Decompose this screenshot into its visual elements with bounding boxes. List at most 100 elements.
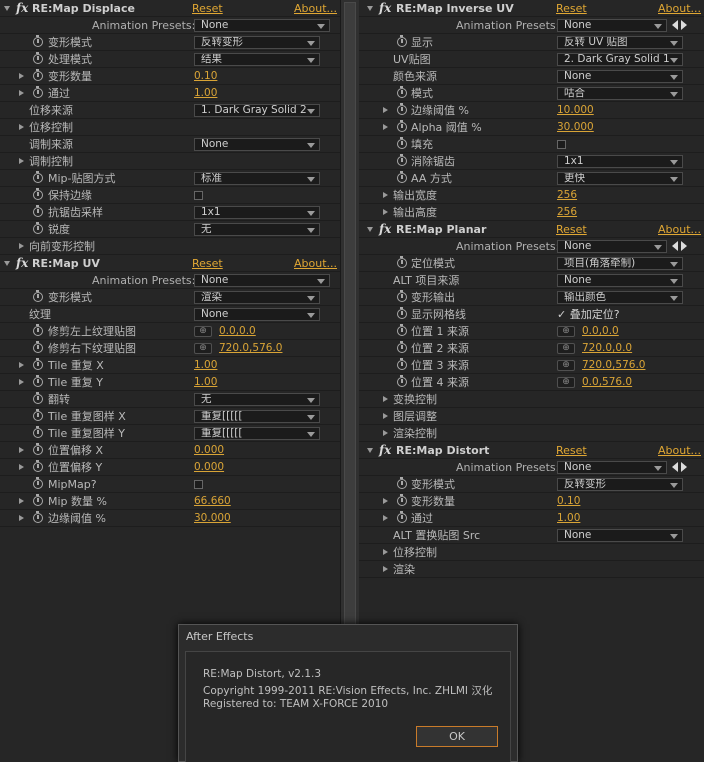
expand-triangle-icon[interactable]: [383, 107, 388, 113]
property-dropdown[interactable]: 无: [194, 223, 320, 236]
stopwatch-icon[interactable]: [397, 324, 407, 336]
prev-preset-icon[interactable]: [672, 20, 678, 30]
fx-icon[interactable]: fx: [379, 443, 391, 457]
stopwatch-icon[interactable]: [33, 222, 43, 234]
property-dropdown[interactable]: 渲染: [194, 291, 320, 304]
fx-icon[interactable]: fx: [16, 256, 28, 270]
property-dropdown[interactable]: 更快: [557, 172, 683, 185]
property-dropdown[interactable]: None: [557, 70, 683, 83]
property-value[interactable]: 1.00: [557, 511, 580, 526]
stopwatch-icon[interactable]: [33, 35, 43, 47]
property-value[interactable]: 0.000: [194, 443, 224, 458]
left-scrollbar-thumb[interactable]: [344, 2, 356, 652]
expand-triangle-icon[interactable]: [19, 124, 24, 130]
prev-preset-icon[interactable]: [672, 241, 678, 251]
expand-triangle-icon[interactable]: [383, 515, 388, 521]
point-value[interactable]: 0.0,0.0: [582, 324, 619, 339]
property-dropdown[interactable]: 输出颜色: [557, 291, 683, 304]
animation-presets-dropdown[interactable]: None: [557, 240, 667, 253]
property-dropdown[interactable]: 重复[[[[[: [194, 410, 320, 423]
prev-preset-icon[interactable]: [672, 462, 678, 472]
stopwatch-icon[interactable]: [33, 375, 43, 387]
stopwatch-icon[interactable]: [33, 188, 43, 200]
property-checkbox[interactable]: [194, 480, 203, 489]
property-dropdown[interactable]: 重复[[[[[: [194, 427, 320, 440]
reset-link[interactable]: Reset: [192, 256, 223, 271]
property-value[interactable]: 0.10: [557, 494, 580, 509]
property-dropdown[interactable]: 1. Dark Gray Solid 2: [194, 104, 320, 117]
stopwatch-icon[interactable]: [33, 69, 43, 81]
expand-triangle-icon[interactable]: [383, 209, 388, 215]
expand-triangle-icon[interactable]: [4, 6, 10, 14]
about-link[interactable]: About...: [294, 1, 337, 16]
fx-icon[interactable]: fx: [16, 1, 28, 15]
stopwatch-icon[interactable]: [397, 307, 407, 319]
stopwatch-icon[interactable]: [397, 86, 407, 98]
crosshair-icon[interactable]: ⊕: [557, 343, 575, 354]
stopwatch-icon[interactable]: [397, 171, 407, 183]
stopwatch-icon[interactable]: [397, 290, 407, 302]
crosshair-icon[interactable]: ⊕: [194, 343, 212, 354]
expand-triangle-icon[interactable]: [19, 447, 24, 453]
property-dropdown[interactable]: None: [557, 529, 683, 542]
stopwatch-icon[interactable]: [397, 120, 407, 132]
stopwatch-icon[interactable]: [397, 494, 407, 506]
property-value[interactable]: 256: [557, 188, 577, 203]
stopwatch-icon[interactable]: [33, 341, 43, 353]
stopwatch-icon[interactable]: [33, 205, 43, 217]
property-value[interactable]: 1.00: [194, 86, 217, 101]
property-dropdown[interactable]: None: [194, 138, 320, 151]
property-dropdown[interactable]: 反转变形: [557, 478, 683, 491]
expand-triangle-icon[interactable]: [4, 261, 10, 269]
stopwatch-icon[interactable]: [33, 171, 43, 183]
property-value[interactable]: 256: [557, 205, 577, 220]
reset-link[interactable]: Reset: [556, 443, 587, 458]
stopwatch-icon[interactable]: [397, 511, 407, 523]
stopwatch-icon[interactable]: [397, 137, 407, 149]
fx-icon[interactable]: fx: [379, 1, 391, 15]
property-dropdown[interactable]: 1x1: [194, 206, 320, 219]
reset-link[interactable]: Reset: [556, 1, 587, 16]
property-value[interactable]: 1.00: [194, 358, 217, 373]
animation-presets-dropdown[interactable]: None: [557, 19, 667, 32]
expand-triangle-icon[interactable]: [19, 362, 24, 368]
property-value[interactable]: 0.000: [194, 460, 224, 475]
property-checkbox[interactable]: [194, 191, 203, 200]
expand-triangle-icon[interactable]: [19, 243, 24, 249]
expand-triangle-icon[interactable]: [383, 430, 388, 436]
animation-presets-dropdown[interactable]: None: [194, 274, 330, 287]
stopwatch-icon[interactable]: [397, 35, 407, 47]
stopwatch-icon[interactable]: [33, 443, 43, 455]
expand-triangle-icon[interactable]: [383, 192, 388, 198]
stopwatch-icon[interactable]: [33, 409, 43, 421]
property-value[interactable]: 30.000: [557, 120, 594, 135]
fx-icon[interactable]: fx: [379, 222, 391, 236]
expand-triangle-icon[interactable]: [383, 566, 388, 572]
property-dropdown[interactable]: None: [194, 308, 320, 321]
next-preset-icon[interactable]: [681, 462, 687, 472]
next-preset-icon[interactable]: [681, 20, 687, 30]
crosshair-icon[interactable]: ⊕: [557, 326, 575, 337]
about-link[interactable]: About...: [658, 1, 701, 16]
stopwatch-icon[interactable]: [33, 290, 43, 302]
property-checkbox[interactable]: [557, 140, 566, 149]
stopwatch-icon[interactable]: [397, 375, 407, 387]
expand-triangle-icon[interactable]: [367, 6, 373, 14]
expand-triangle-icon[interactable]: [383, 498, 388, 504]
crosshair-icon[interactable]: ⊕: [194, 326, 212, 337]
about-link[interactable]: About...: [658, 443, 701, 458]
crosshair-icon[interactable]: ⊕: [557, 377, 575, 388]
stopwatch-icon[interactable]: [397, 154, 407, 166]
property-value[interactable]: 30.000: [194, 511, 231, 526]
stopwatch-icon[interactable]: [33, 52, 43, 64]
stopwatch-icon[interactable]: [33, 511, 43, 523]
expand-triangle-icon[interactable]: [19, 379, 24, 385]
stopwatch-icon[interactable]: [33, 426, 43, 438]
expand-triangle-icon[interactable]: [19, 464, 24, 470]
reset-link[interactable]: Reset: [192, 1, 223, 16]
stopwatch-icon[interactable]: [33, 86, 43, 98]
about-link[interactable]: About...: [658, 222, 701, 237]
stopwatch-icon[interactable]: [33, 460, 43, 472]
point-value[interactable]: 720.0,576.0: [582, 358, 645, 373]
stopwatch-icon[interactable]: [397, 477, 407, 489]
